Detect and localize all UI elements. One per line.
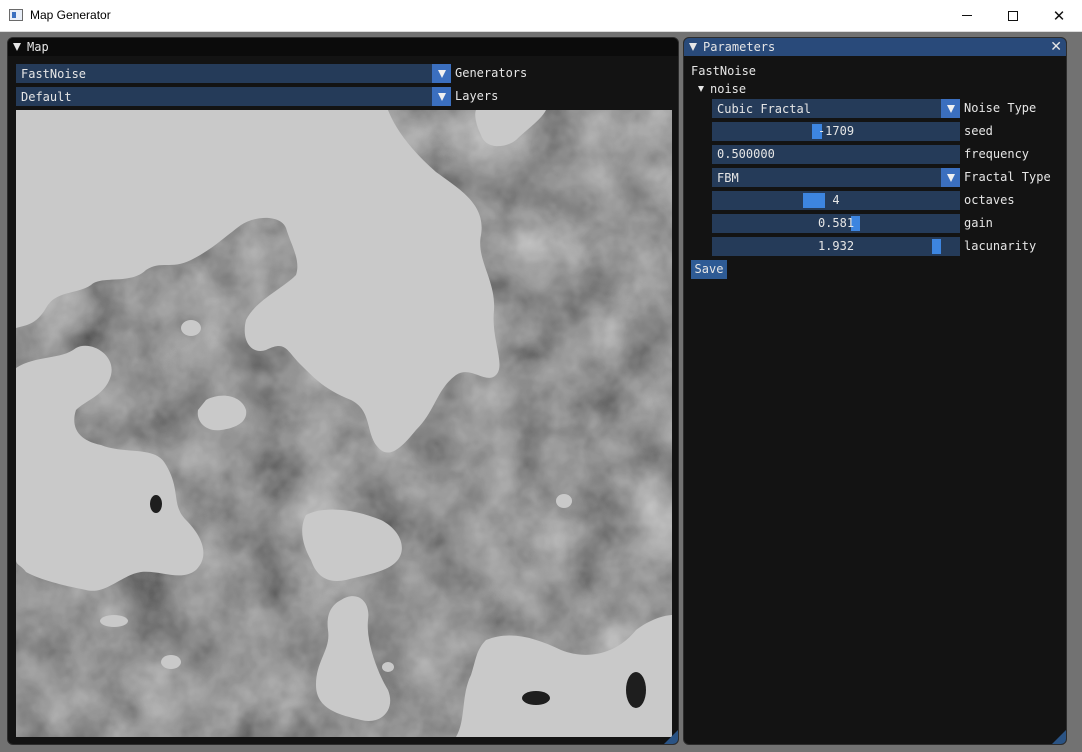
chevron-down-icon[interactable] (432, 64, 451, 83)
noise-node-label: noise (710, 81, 747, 96)
seed-label: seed (964, 124, 993, 138)
chevron-down-icon[interactable] (941, 99, 960, 118)
window-title: Map Generator (30, 8, 111, 22)
resize-grip[interactable] (664, 730, 678, 744)
chevron-down-icon[interactable] (432, 87, 451, 106)
close-icon: ✕ (1052, 6, 1066, 25)
close-window-button[interactable]: ✕ (1036, 0, 1082, 31)
generators-label: Generators (455, 66, 528, 80)
lacunarity-slider[interactable]: 1.932 (712, 237, 960, 256)
minimize-button[interactable] (944, 0, 990, 31)
fractal-type-value: FBM (717, 170, 739, 185)
maximize-button[interactable] (990, 0, 1036, 31)
layers-combo[interactable]: Default (16, 87, 451, 106)
chevron-down-icon[interactable] (941, 168, 960, 187)
gain-value: 0.581 (817, 216, 855, 230)
frequency-label: frequency (964, 147, 1030, 161)
map-window-header[interactable]: Map (8, 38, 678, 56)
octaves-value: 4 (832, 193, 840, 207)
seed-value: -1709 (817, 124, 855, 138)
close-icon[interactable]: ✕ (1050, 39, 1062, 55)
gain-label: gain (964, 216, 993, 230)
tree-arrow-icon[interactable] (698, 85, 704, 92)
lacunarity-label: lacunarity (964, 239, 1037, 253)
layers-combo-value: Default (21, 89, 72, 104)
resize-grip[interactable] (1052, 730, 1066, 744)
maximize-icon (1008, 10, 1018, 21)
map-window[interactable]: Map FastNoise Generators Default Layers (7, 37, 679, 745)
save-button[interactable]: Save (691, 260, 727, 279)
noise-type-value: Cubic Fractal (717, 101, 811, 116)
noise-map-image (16, 110, 672, 737)
noise-tree-node[interactable]: noise (698, 79, 746, 98)
layers-label: Layers (455, 89, 499, 103)
octaves-slider[interactable]: 4 (712, 191, 960, 210)
fractal-type-combo[interactable]: FBM (712, 168, 960, 187)
parameters-window[interactable]: Parameters ✕ FastNoise noise Cubic Fract… (683, 37, 1067, 745)
app-icon (9, 9, 23, 21)
minimize-icon (962, 15, 972, 16)
generators-combo-value: FastNoise (21, 66, 87, 81)
window-titlebar: Map Generator ✕ (0, 0, 1082, 32)
lacunarity-value: 1.932 (817, 239, 855, 253)
frequency-value: 0.500000 (717, 147, 775, 161)
fractal-type-label: Fractal Type (964, 170, 1051, 184)
seed-slider[interactable]: -1709 (712, 122, 960, 141)
collapse-arrow-icon[interactable] (13, 43, 21, 51)
octaves-label: octaves (964, 193, 1015, 207)
generators-combo[interactable]: FastNoise (16, 64, 451, 83)
gain-slider[interactable]: 0.581 (712, 214, 960, 233)
noise-type-combo[interactable]: Cubic Fractal (712, 99, 960, 118)
parameters-window-title: Parameters (703, 40, 776, 54)
frequency-input[interactable]: 0.500000 (712, 145, 960, 164)
collapse-arrow-icon[interactable] (689, 43, 697, 51)
noise-type-label: Noise Type (964, 101, 1037, 115)
map-window-title: Map (27, 40, 49, 54)
parameters-window-header[interactable]: Parameters ✕ (684, 38, 1066, 56)
